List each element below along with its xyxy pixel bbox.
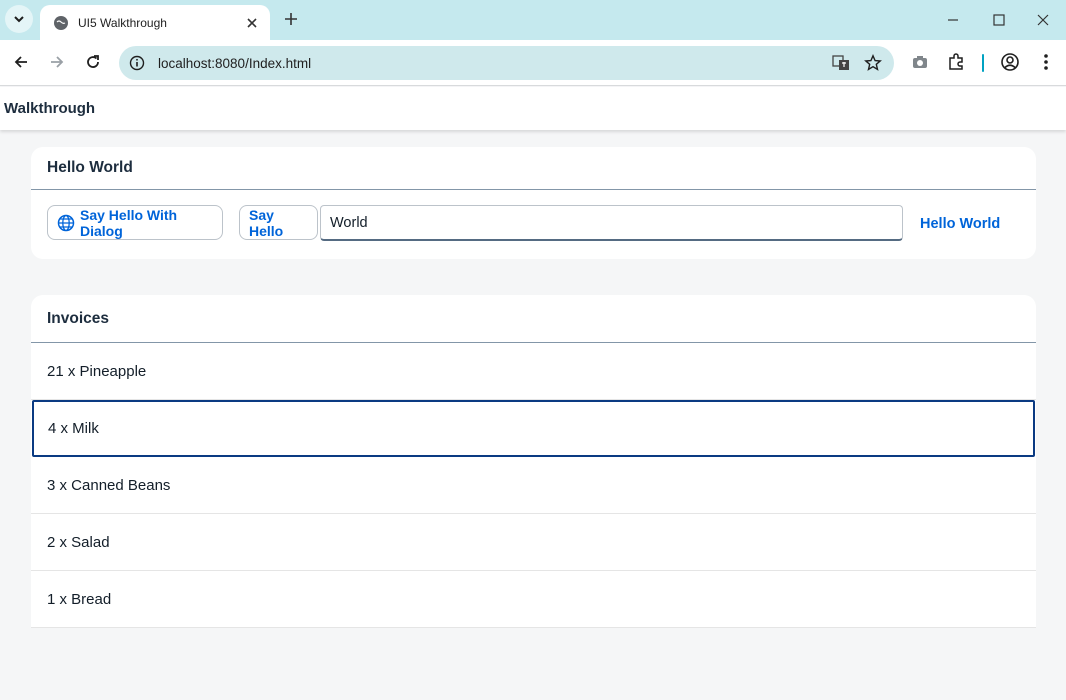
list-item-label: 2 x Salad (47, 533, 110, 551)
menu-dots-icon[interactable] (1035, 51, 1057, 73)
hello-panel-content: Say Hello With Dialog Say Hello Hello Wo… (31, 190, 1036, 258)
app-title: Walkthrough (4, 100, 96, 117)
camera-icon[interactable] (909, 51, 931, 73)
site-info-icon[interactable] (128, 54, 146, 72)
hello-panel-title: Hello World (47, 159, 133, 176)
tab-search-button[interactable] (5, 5, 33, 33)
maximize-icon (993, 14, 1005, 26)
list-item[interactable]: 3 x Canned Beans (31, 457, 1036, 514)
invoice-list: 21 x Pineapple 4 x Milk 3 x Canned Beans… (31, 343, 1036, 628)
reload-icon (87, 55, 99, 68)
say-hello-button[interactable]: Say Hello (239, 205, 318, 240)
hello-panel: Hello World Say Hello With Dialog Say He… (31, 147, 1036, 259)
minimize-icon (948, 19, 958, 21)
maximize-button[interactable] (976, 0, 1022, 40)
tab-title: UI5 Walkthrough (78, 15, 167, 30)
hello-panel-header: Hello World (31, 147, 1036, 190)
globe-icon (54, 15, 68, 30)
app-header: Walkthrough (0, 87, 1066, 130)
globe-icon (57, 214, 75, 232)
arrow-right-icon (51, 56, 64, 68)
invoices-header: Invoices (31, 295, 1036, 343)
address-bar[interactable]: localhost:8080/Index.html (119, 46, 894, 80)
browser-tab[interactable]: UI5 Walkthrough (40, 5, 270, 40)
extensions-icon[interactable] (945, 51, 967, 73)
translate-icon[interactable] (830, 52, 852, 74)
url-text: localhost:8080/Index.html (158, 55, 312, 71)
profile-icon[interactable] (999, 51, 1021, 73)
close-icon (1037, 14, 1049, 26)
say-hello-with-dialog-label: Say Hello With Dialog (80, 206, 178, 239)
name-input[interactable] (320, 205, 903, 241)
window-close-button[interactable] (1020, 0, 1066, 40)
new-tab-button[interactable] (280, 8, 302, 30)
reload-button[interactable] (80, 49, 106, 75)
greeting-text: Hello World (920, 216, 1001, 232)
close-icon[interactable] (244, 15, 260, 31)
arrow-left-icon (14, 56, 27, 68)
toolbar-separator (982, 54, 984, 72)
list-item[interactable]: 4 x Milk (32, 400, 1035, 457)
plus-icon (285, 13, 297, 25)
minimize-button[interactable] (930, 0, 976, 40)
list-item-label: 21 x Pineapple (47, 362, 147, 380)
list-item-label: 1 x Bread (47, 590, 112, 608)
list-item[interactable]: 21 x Pineapple (31, 343, 1036, 400)
forward-button[interactable] (44, 49, 70, 75)
say-hello-with-dialog-button[interactable]: Say Hello With Dialog (47, 205, 223, 240)
invoices-panel: Invoices 21 x Pineapple 4 x Milk 3 x Can… (31, 295, 1036, 628)
say-hello-label: Say Hello (249, 206, 284, 239)
invoices-title: Invoices (47, 309, 110, 327)
star-icon[interactable] (862, 52, 884, 74)
list-item[interactable]: 1 x Bread (31, 571, 1036, 628)
list-item[interactable]: 2 x Salad (31, 514, 1036, 571)
browser-tabstrip: UI5 Walkthrough (0, 0, 1066, 40)
list-item-label: 4 x Milk (48, 420, 99, 437)
chevron-down-icon (14, 16, 24, 23)
browser-toolbar: localhost:8080/Index.html (0, 40, 1066, 86)
list-item-label: 3 x Canned Beans (47, 476, 171, 494)
back-button[interactable] (8, 49, 34, 75)
